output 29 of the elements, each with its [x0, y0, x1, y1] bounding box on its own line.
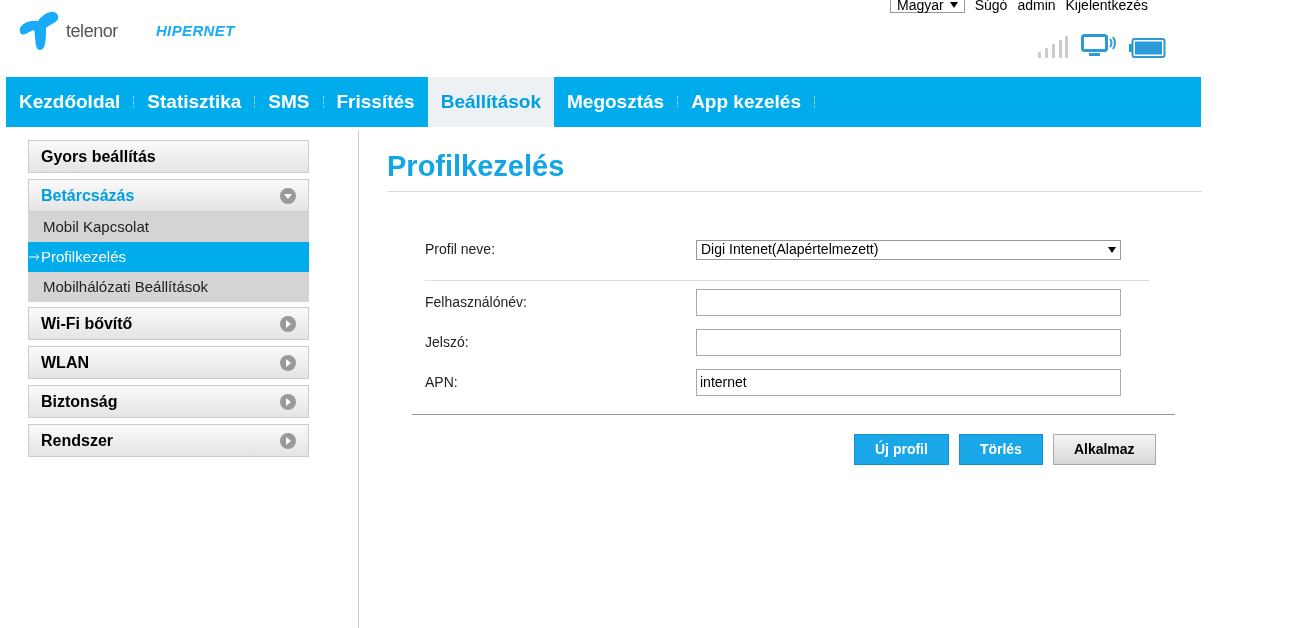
header-link[interactable]: Kijelentkezés: [1065, 0, 1149, 12]
caret-icon: [949, 1, 958, 8]
battery-icon: [1129, 38, 1166, 58]
brand-name: telenor: [66, 19, 118, 43]
field-label: Felhasználónév:: [425, 292, 528, 312]
arrow-icon: [29, 253, 41, 261]
monitor-icon: [1081, 34, 1117, 58]
field-label: Profil neve:: [425, 240, 497, 259]
product-name: HIPERNET: [155, 20, 235, 41]
input-field[interactable]: internet: [696, 368, 1121, 396]
sidebar-section[interactable]: Rendszer: [28, 424, 309, 457]
signal-icon: [1037, 36, 1069, 58]
sidebar-section[interactable]: Biztonság: [28, 385, 309, 418]
input-field[interactable]: [696, 288, 1121, 316]
header-link[interactable]: Súgó: [974, 0, 1008, 12]
page-title: Profilkezelés: [387, 149, 566, 184]
language-select[interactable]: Magyar: [890, 0, 965, 13]
sidebar-item[interactable]: Mobil Kapcsolat: [28, 212, 309, 242]
field-label: Jelszó:: [425, 332, 470, 352]
sidebar-item[interactable]: Mobilhálózati Beállítások: [28, 272, 309, 302]
header-link[interactable]: admin: [1017, 0, 1056, 12]
input-field[interactable]: [696, 328, 1121, 356]
sidebar-section[interactable]: WLAN: [28, 346, 309, 379]
field-label: APN:: [425, 372, 459, 392]
sidebar-section[interactable]: Wi-Fi bővítő: [28, 307, 309, 340]
action-button[interactable]: Alkalmaz: [1052, 433, 1156, 465]
caret-icon: [1108, 246, 1116, 253]
profile-select[interactable]: Digi Intenet(Alapértelmezett): [696, 239, 1121, 260]
sidebar-section[interactable]: Gyors beállítás: [28, 140, 309, 173]
